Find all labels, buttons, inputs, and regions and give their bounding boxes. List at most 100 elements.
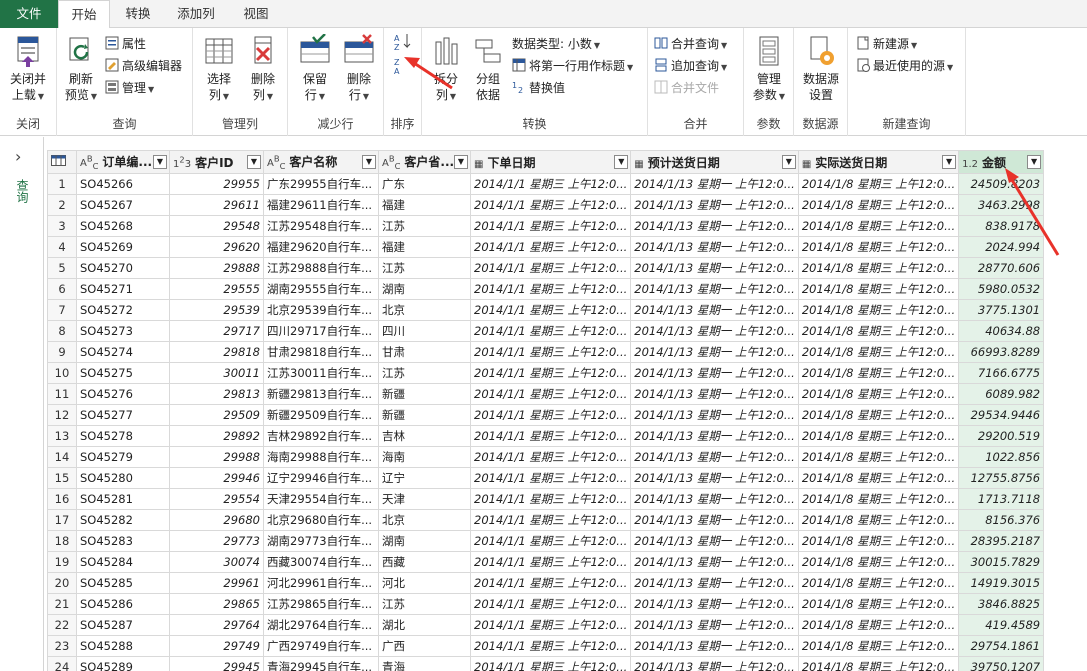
cell-province[interactable]: 江苏 [378,257,471,279]
cell-customer-name[interactable]: 辽宁29946自行车... [263,467,379,489]
table-row[interactable]: 19 SO45284 30074 西藏30074自行车... 西藏 2014/1/1 星期… [47,551,1045,573]
cell-customer-name[interactable]: 江苏29865自行车... [263,593,379,615]
cell-order-date[interactable]: 2014/1/1 星期三 上午12:0... [469,593,632,615]
tab-file[interactable]: 文件 [0,0,58,28]
table-row[interactable]: 15 SO45280 29946 辽宁29946自行车... 辽宁 2014/1/1 星期… [47,467,1045,489]
cell-actual-date[interactable]: 2014/1/8 星期三 上午12:0... [797,635,960,657]
cell-actual-date[interactable]: 2014/1/8 星期三 上午12:0... [797,362,960,384]
cell-order-date[interactable]: 2014/1/1 星期三 上午12:0... [469,194,632,216]
cell-customer-name[interactable]: 湖北29764自行车... [263,614,379,636]
cell-actual-date[interactable]: 2014/1/8 星期三 上午12:0... [797,656,960,671]
filter-dropdown-icon[interactable]: ▼ [362,155,376,169]
sort-descending-button[interactable]: ZA [394,56,415,80]
cell-expected-date[interactable]: 2014/1/13 星期一 上午12:0... [630,299,799,321]
cell-customer-id[interactable]: 29865 [169,593,264,615]
cell-expected-date[interactable]: 2014/1/13 星期一 上午12:0... [630,173,799,195]
cell-order-id[interactable]: SO45274 [76,341,170,363]
cell-actual-date[interactable]: 2014/1/8 星期三 上午12:0... [797,257,960,279]
row-number[interactable]: 22 [47,614,77,636]
queries-pane-label[interactable]: 查询 [14,179,31,203]
table-corner-icon[interactable] [47,150,77,174]
cell-expected-date[interactable]: 2014/1/13 星期一 上午12:0... [630,236,799,258]
cell-expected-date[interactable]: 2014/1/13 星期一 上午12:0... [630,425,799,447]
table-row[interactable]: 22 SO45287 29764 湖北29764自行车... 湖北 2014/1/1 星期… [47,614,1045,636]
cell-expected-date[interactable]: 2014/1/13 星期一 上午12:0... [630,572,799,594]
cell-province[interactable]: 新疆 [378,404,471,426]
table-row[interactable]: 20 SO45285 29961 河北29961自行车... 河北 2014/1/1 星期… [47,572,1045,594]
row-number[interactable]: 2 [47,194,77,216]
cell-customer-name[interactable]: 四川29717自行车... [263,320,379,342]
cell-order-date[interactable]: 2014/1/1 星期三 上午12:0... [469,320,632,342]
cell-customer-name[interactable]: 河北29961自行车... [263,572,379,594]
cell-customer-name[interactable]: 北京29680自行车... [263,509,379,531]
cell-actual-date[interactable]: 2014/1/8 星期三 上午12:0... [797,236,960,258]
cell-order-date[interactable]: 2014/1/1 星期三 上午12:0... [469,572,632,594]
cell-customer-name[interactable]: 西藏30074自行车... [263,551,379,573]
cell-expected-date[interactable]: 2014/1/13 星期一 上午12:0... [630,446,799,468]
cell-actual-date[interactable]: 2014/1/8 星期三 上午12:0... [797,425,960,447]
sort-ascending-button[interactable]: AZ [394,32,415,56]
cell-order-date[interactable]: 2014/1/1 星期三 上午12:0... [469,488,632,510]
cell-actual-date[interactable]: 2014/1/8 星期三 上午12:0... [797,509,960,531]
table-row[interactable]: 16 SO45281 29554 天津29554自行车... 天津 2014/1/1 星期… [47,488,1045,510]
filter-dropdown-icon[interactable]: ▼ [781,155,796,169]
cell-amount[interactable]: 419.4589 [958,614,1045,636]
cell-actual-date[interactable]: 2014/1/8 星期三 上午12:0... [797,614,960,636]
cell-expected-date[interactable]: 2014/1/13 星期一 上午12:0... [630,488,799,510]
cell-province[interactable]: 江苏 [378,593,471,615]
cell-amount[interactable]: 7166.6775 [958,362,1045,384]
cell-order-date[interactable]: 2014/1/1 星期三 上午12:0... [469,257,632,279]
cell-actual-date[interactable]: 2014/1/8 星期三 上午12:0... [797,215,960,237]
cell-order-id[interactable]: SO45285 [76,572,170,594]
advanced-editor-button[interactable]: 高级编辑器 [105,56,182,76]
cell-order-date[interactable]: 2014/1/1 星期三 上午12:0... [469,341,632,363]
row-number[interactable]: 11 [47,383,77,405]
cell-order-date[interactable]: 2014/1/1 星期三 上午12:0... [469,173,632,195]
cell-customer-id[interactable]: 29749 [169,635,264,657]
cell-expected-date[interactable]: 2014/1/13 星期一 上午12:0... [630,614,799,636]
cell-amount[interactable]: 29200.519 [958,425,1045,447]
row-number[interactable]: 5 [47,257,77,279]
use-first-row-as-headers-button[interactable]: 将第一行用作标题 ▼ [512,56,633,76]
cell-actual-date[interactable]: 2014/1/8 星期三 上午12:0... [797,593,960,615]
cell-order-date[interactable]: 2014/1/1 星期三 上午12:0... [469,551,632,573]
cell-order-id[interactable]: SO45278 [76,425,170,447]
cell-province[interactable]: 湖北 [378,614,471,636]
column-header-customer-id[interactable]: 123 客户ID ▼ [169,150,264,174]
cell-order-date[interactable]: 2014/1/1 星期三 上午12:0... [469,467,632,489]
cell-province[interactable]: 湖南 [378,278,471,300]
cell-order-date[interactable]: 2014/1/1 星期三 上午12:0... [469,509,632,531]
cell-expected-date[interactable]: 2014/1/13 星期一 上午12:0... [630,404,799,426]
cell-customer-id[interactable]: 29764 [169,614,264,636]
row-number[interactable]: 1 [47,173,77,195]
new-source-button[interactable]: 新建源 ▼ [856,34,917,54]
cell-customer-id[interactable]: 29892 [169,425,264,447]
cell-order-id[interactable]: SO45286 [76,593,170,615]
table-row[interactable]: 23 SO45288 29749 广西29749自行车... 广西 2014/1/1 星期… [47,635,1045,657]
column-header-actual-delivery[interactable]: ▦ 实际送货日期 ▼ [797,150,960,174]
cell-expected-date[interactable]: 2014/1/13 星期一 上午12:0... [630,635,799,657]
table-row[interactable]: 1 SO45266 29955 广东29955自行车... 广东 2014/1/1 星期三… [47,173,1045,195]
cell-expected-date[interactable]: 2014/1/13 星期一 上午12:0... [630,656,799,671]
table-row[interactable]: 14 SO45279 29988 海南29988自行车... 海南 2014/1/1 星期… [47,446,1045,468]
cell-order-id[interactable]: SO45287 [76,614,170,636]
manage-parameters-button[interactable]: 管理 参数 ▼ [748,34,790,105]
cell-customer-name[interactable]: 北京29539自行车... [263,299,379,321]
merge-queries-button[interactable]: 合并查询 ▼ [654,34,727,54]
cell-customer-name[interactable]: 新疆29509自行车... [263,404,379,426]
table-row[interactable]: 2 SO45267 29611 福建29611自行车... 福建 2014/1/1 星期三… [47,194,1045,216]
combine-files-button[interactable]: 合并文件 [654,78,719,98]
cell-expected-date[interactable]: 2014/1/13 星期一 上午12:0... [630,551,799,573]
row-number[interactable]: 4 [47,236,77,258]
cell-expected-date[interactable]: 2014/1/13 星期一 上午12:0... [630,257,799,279]
row-number[interactable]: 14 [47,446,77,468]
row-number[interactable]: 23 [47,635,77,657]
cell-customer-name[interactable]: 江苏29548自行车... [263,215,379,237]
cell-order-id[interactable]: SO45271 [76,278,170,300]
cell-amount[interactable]: 3463.2998 [958,194,1045,216]
cell-order-date[interactable]: 2014/1/1 星期三 上午12:0... [469,236,632,258]
properties-button[interactable]: 属性 [105,34,146,54]
cell-order-date[interactable]: 2014/1/1 星期三 上午12:0... [469,215,632,237]
remove-columns-button[interactable]: 删除 列 ▼ [243,34,283,105]
cell-expected-date[interactable]: 2014/1/13 星期一 上午12:0... [630,278,799,300]
